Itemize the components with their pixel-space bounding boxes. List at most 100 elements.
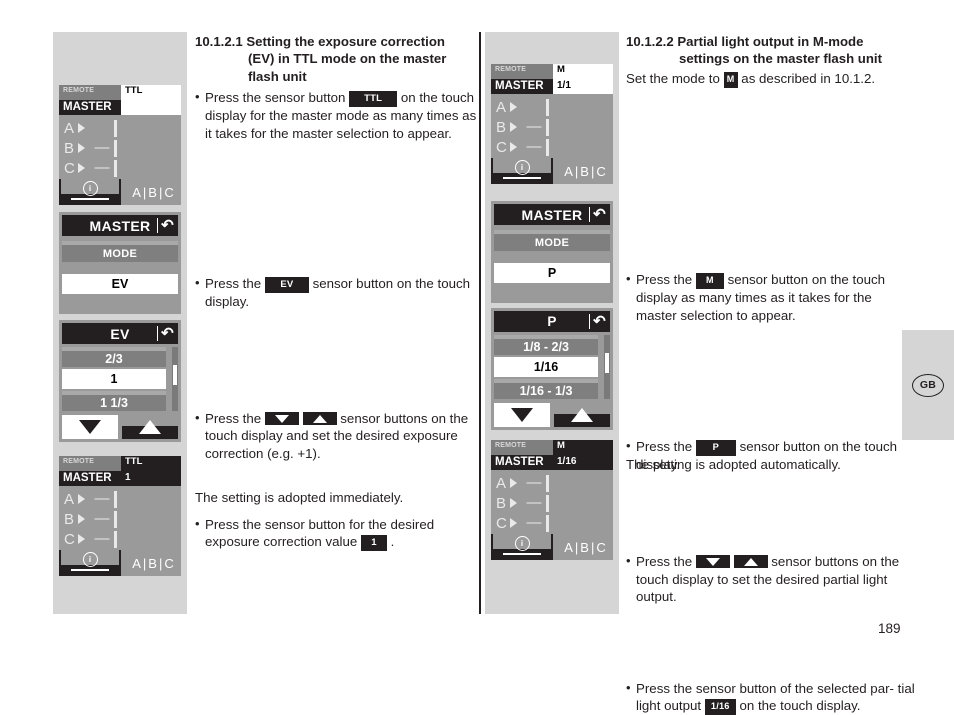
group-button-c[interactable]: C xyxy=(164,556,173,571)
left-step-4: Press the sensor button for the desired … xyxy=(195,515,490,552)
lcd-left-menu-ev: MASTER ↶ MODE EV xyxy=(59,212,181,314)
lcd-left-list-ev: EV ↶ 2/3 1 1 1/3 xyxy=(59,320,181,442)
back-arrow-icon[interactable]: ↶ xyxy=(156,324,174,342)
lcd-second-row: MASTER 1/1 xyxy=(491,79,613,94)
group-button-b[interactable]: B xyxy=(580,540,589,555)
group-divider xyxy=(546,118,549,136)
master-label: MASTER xyxy=(491,79,553,94)
list-item-selected[interactable]: 1 xyxy=(62,369,166,389)
up-arrow-icon xyxy=(571,408,593,422)
step-text-before: Press the sensor button for the desired … xyxy=(205,516,435,550)
group-button-a[interactable]: A xyxy=(132,556,141,571)
group-value: — xyxy=(94,490,110,507)
remote-label: REMOTE xyxy=(491,440,553,455)
group-letter: A xyxy=(64,490,75,508)
group-sep: | xyxy=(158,184,163,200)
info-button[interactable]: i xyxy=(491,534,553,560)
group-arrow-icon xyxy=(78,534,85,544)
group-button-c[interactable]: C xyxy=(596,164,605,179)
group-button-c[interactable]: C xyxy=(164,185,173,200)
menu-title: MASTER xyxy=(521,206,583,223)
scrollbar[interactable] xyxy=(172,347,178,411)
group-divider xyxy=(546,514,549,532)
group-value: — xyxy=(94,510,110,527)
lcd-right-status-m-116: REMOTE M MASTER 1/16 A — B — C — i A | B… xyxy=(491,440,613,560)
p-key-icon: P xyxy=(695,440,736,457)
list-item[interactable]: 2/3 xyxy=(62,347,166,367)
list-item[interactable]: 1/16 - 1/3 xyxy=(494,379,598,399)
group-row: C — xyxy=(59,158,181,178)
list-rows: 1/8 - 2/3 1/16 1/16 - 1/3 xyxy=(494,335,610,399)
lcd-left-status-ttl-ev: REMOTE TTL MASTER 1 A — B — C — i A | B … xyxy=(59,456,181,576)
lcd-right-list-p: P ↶ 1/8 - 2/3 1/16 1/16 - 1/3 xyxy=(491,308,613,430)
group-buttons[interactable]: A | B | C xyxy=(125,550,181,576)
language-badge: GB xyxy=(912,373,944,397)
info-button[interactable]: i xyxy=(59,550,121,576)
menu-bottom-pad xyxy=(62,294,178,311)
info-icon: i xyxy=(514,536,530,551)
right-closing-note: The setting is adopted automatically. xyxy=(626,457,841,472)
group-value: — xyxy=(94,139,110,156)
group-list: A — B — C — xyxy=(491,470,613,534)
group-row: C — xyxy=(491,513,613,533)
menu-title-bar: MASTER ↶ xyxy=(62,215,178,236)
group-value: — xyxy=(526,494,542,511)
back-arrow-icon[interactable]: ↶ xyxy=(588,312,606,330)
group-button-b[interactable]: B xyxy=(148,556,157,571)
mode-line2: 1 xyxy=(121,471,181,486)
lcd-footer: i A | B | C xyxy=(491,158,613,184)
group-buttons[interactable]: A | B | C xyxy=(557,158,613,184)
list-item-selected[interactable]: 1/16 xyxy=(494,357,598,377)
scroll-up-button[interactable] xyxy=(122,415,178,439)
scroll-up-button[interactable] xyxy=(554,403,610,427)
step-text-line1: Press the sensor button of the selected … xyxy=(636,680,894,696)
intro-text-before: Set the mode to xyxy=(626,71,720,86)
left-closing-note: The setting is adopted immediately. xyxy=(195,490,404,505)
menu-bottom-pad xyxy=(494,283,610,300)
group-buttons[interactable]: A | B | C xyxy=(557,534,613,560)
info-icon: i xyxy=(514,160,530,175)
group-divider xyxy=(546,474,549,492)
scroll-down-button[interactable] xyxy=(494,403,550,427)
group-list: A — B — C — xyxy=(59,486,181,550)
group-letter: A xyxy=(496,98,507,116)
list-item[interactable]: 1 1/3 xyxy=(62,391,166,411)
scrollbar-thumb[interactable] xyxy=(605,353,609,373)
group-buttons[interactable]: A | B | C xyxy=(125,179,181,205)
group-arrow-icon xyxy=(510,142,517,152)
group-button-c[interactable]: C xyxy=(596,540,605,555)
group-button-a[interactable]: A xyxy=(132,185,141,200)
lcd-top-row: REMOTE TTL xyxy=(59,85,181,100)
heading-line2: (EV) in TTL mode on the master xyxy=(248,51,447,67)
lcd-right-status-m: REMOTE M MASTER 1/1 A B — C — i A | B | … xyxy=(491,64,613,184)
group-arrow-icon xyxy=(78,123,85,133)
group-letter: B xyxy=(64,139,75,157)
group-sep: | xyxy=(574,163,579,179)
group-divider xyxy=(546,138,549,156)
back-arrow-icon[interactable]: ↶ xyxy=(156,216,174,234)
group-button-a[interactable]: A xyxy=(564,164,573,179)
group-button-b[interactable]: B xyxy=(148,185,157,200)
group-button-b[interactable]: B xyxy=(580,164,589,179)
group-arrow-icon xyxy=(510,498,517,508)
lcd-second-row: MASTER 1/16 xyxy=(491,455,613,470)
scrollbar[interactable] xyxy=(604,335,610,399)
list-item[interactable]: 1/8 - 2/3 xyxy=(494,335,598,355)
group-value: — xyxy=(526,514,542,531)
group-divider xyxy=(114,139,117,157)
info-button[interactable]: i xyxy=(491,158,553,184)
info-button[interactable]: i xyxy=(59,179,121,205)
group-arrow-icon xyxy=(510,518,517,528)
mode-line2: 1/1 xyxy=(553,79,613,94)
group-button-a[interactable]: A xyxy=(564,540,573,555)
step-text-before: Press the xyxy=(636,272,693,288)
group-letter: C xyxy=(496,138,507,156)
back-arrow-icon[interactable]: ↶ xyxy=(588,205,606,223)
heading-line2: settings on the master flash unit xyxy=(679,51,882,67)
menu-selected-value[interactable]: P xyxy=(494,263,610,283)
scrollbar-thumb[interactable] xyxy=(173,365,177,385)
group-row: A — xyxy=(491,473,613,493)
scroll-down-button[interactable] xyxy=(62,415,118,439)
menu-selected-value[interactable]: EV xyxy=(62,274,178,294)
info-underline xyxy=(71,198,109,200)
